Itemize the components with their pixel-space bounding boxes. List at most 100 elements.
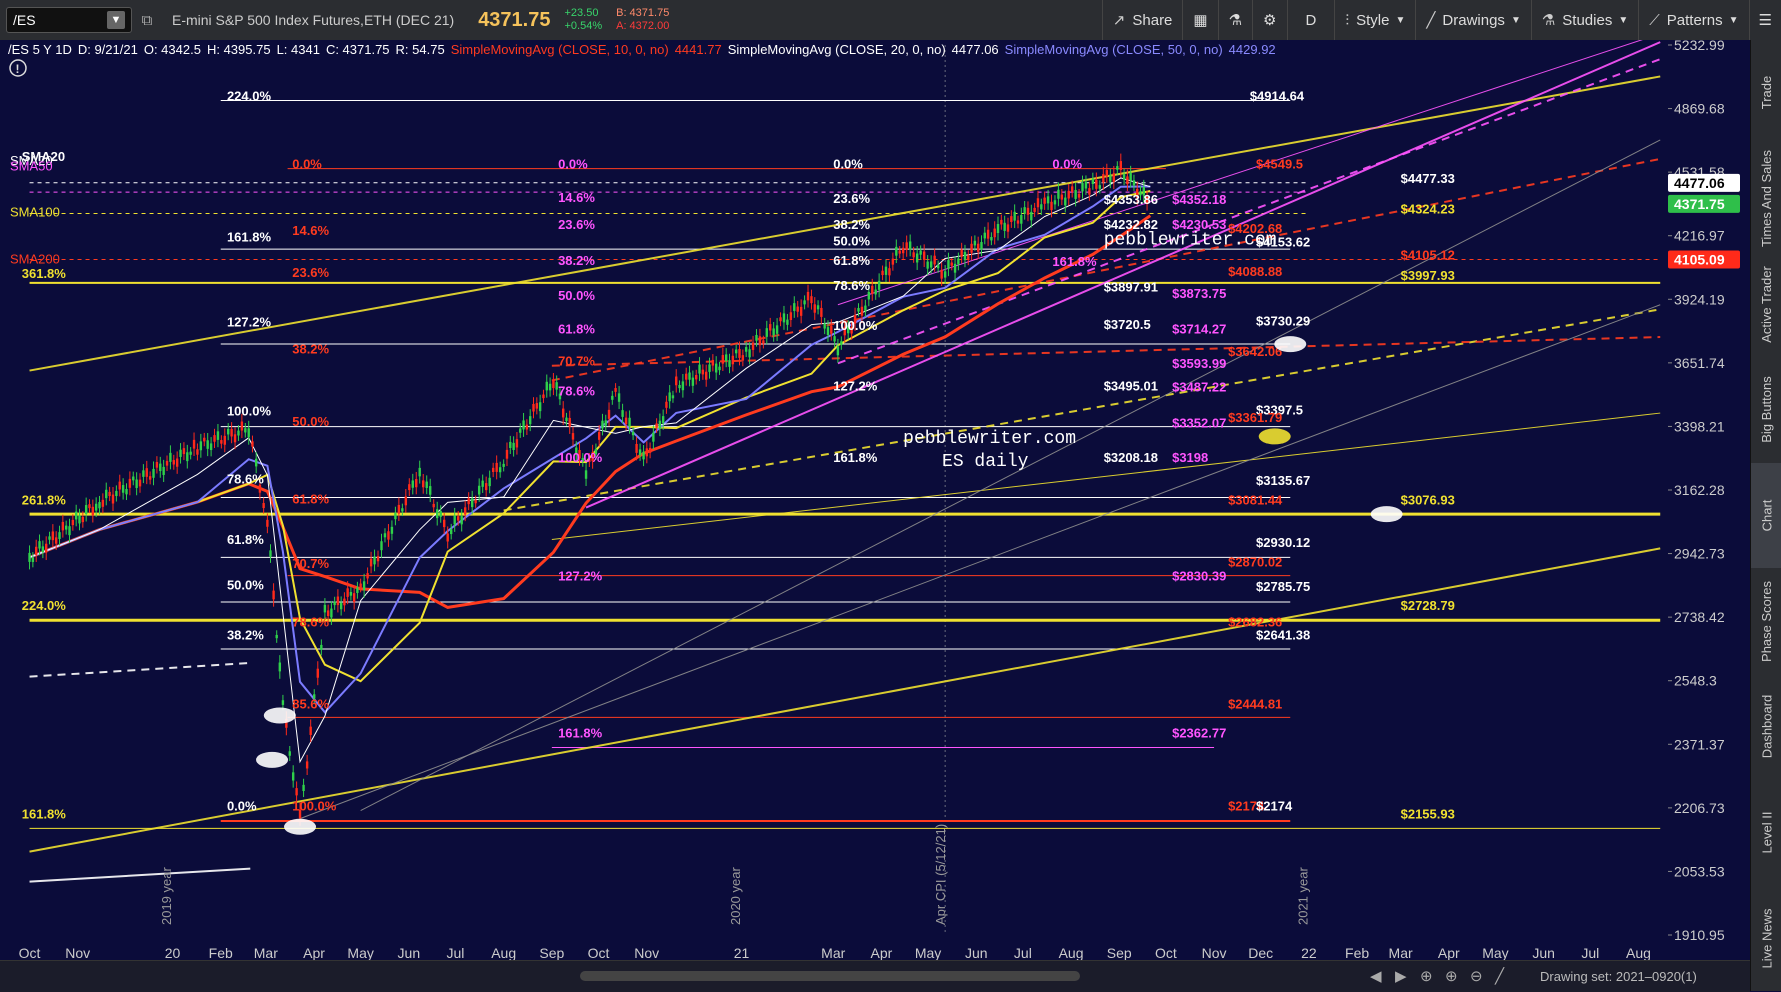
candle-body (993, 228, 996, 238)
candle-body (1026, 207, 1030, 215)
studies-flask-button[interactable]: ⚗ (1217, 0, 1252, 40)
style-button[interactable]: ⫶ Style ▼ (1334, 0, 1415, 40)
y-tick-label: 2371.37 (1674, 736, 1725, 752)
candle-body (179, 449, 182, 457)
candle-body (957, 258, 960, 265)
y-tick-label: 3924.19 (1674, 291, 1725, 307)
style-label: Style (1356, 11, 1390, 29)
y-tick-label: 5232.99 (1674, 40, 1725, 53)
candle-body (718, 366, 721, 371)
share-button[interactable]: ↗ Share (1101, 0, 1183, 40)
sidebar-tab-live-news[interactable]: Live News (1751, 885, 1781, 991)
candle-body (48, 536, 51, 540)
info-icon-glyph: ! (16, 62, 20, 76)
candle-body (933, 255, 936, 265)
candle-body (708, 364, 711, 372)
x-tick-label: Nov (634, 945, 659, 960)
x-tick-label: Jul (1014, 945, 1032, 960)
chart-canvas[interactable]: 5232.994869.684531.584216.973924.193651.… (0, 40, 1750, 960)
zoom-out-icon[interactable]: ⊖ (1470, 967, 1483, 985)
candle-body (960, 249, 963, 257)
drawing-tool-icon[interactable]: ╱ (1495, 967, 1504, 985)
studies-button[interactable]: ⚗ Studies ▼ (1530, 0, 1638, 40)
candle-body (947, 260, 950, 269)
sidebar-tab-phase-scores[interactable]: Phase Scores (1751, 568, 1781, 674)
candle-body (665, 401, 668, 408)
candle-body (624, 417, 628, 425)
candle-body (565, 417, 568, 422)
candle-body (182, 448, 186, 455)
candle-body (704, 371, 708, 380)
candle-body (278, 662, 282, 672)
candle-body (793, 303, 796, 311)
candle-body (898, 250, 901, 254)
candle-body (456, 516, 460, 521)
patterns-button[interactable]: ⟋ Patterns ▼ (1638, 0, 1748, 40)
candle-body (1129, 172, 1132, 181)
fib-level-label: 361.8% (22, 266, 67, 281)
x-tick-label: Nov (65, 945, 90, 960)
legend-sma10[interactable]: SimpleMovingAvg (CLOSE, 10, 0, no) (451, 42, 669, 57)
axis-price-label: 4105.09 (1674, 251, 1725, 267)
candle-body (973, 240, 977, 246)
candle-body (209, 443, 213, 451)
candle-body (373, 556, 376, 565)
candle-body (635, 443, 638, 453)
x-tick-label: May (1482, 945, 1508, 960)
period-button[interactable]: D (1286, 0, 1335, 40)
chart-menu-button[interactable]: ☰ (1748, 0, 1781, 40)
flexible-grid-button[interactable]: ▦ (1182, 0, 1217, 40)
price-chart[interactable]: 5232.99 4869.68 4531.58 4216.97 3924.19 3651.… (0, 40, 1750, 960)
fib-level-label: 127.2% (833, 378, 878, 393)
x-tick-label: Jul (1581, 945, 1599, 960)
drawing-set-label[interactable]: Drawing set: 2021–0920(1) (1540, 969, 1697, 984)
legend-sma20[interactable]: SimpleMovingAvg (CLOSE, 20, 0, no) (728, 42, 946, 57)
sidebar-tab-big-buttons[interactable]: Big Buttons (1751, 357, 1781, 463)
vertical-annotation: Apr CPI (5/12/21) (933, 824, 948, 925)
candle-body (502, 463, 505, 467)
marker-ellipse (1370, 506, 1403, 523)
fib-level-label: $3198 (1172, 450, 1208, 465)
sidebar-tab-chart[interactable]: Chart (1751, 462, 1781, 569)
sidebar-tab-level-ii[interactable]: Level II (1751, 780, 1781, 886)
fib-level-label: 61.8% (833, 253, 870, 268)
legend-sma50[interactable]: SimpleMovingAvg (CLOSE, 50, 0, no) (1005, 42, 1223, 57)
fib-level-label: 50.0% (227, 578, 264, 593)
sidebar-tab-times-and-sales[interactable]: Times And Sales (1751, 146, 1781, 252)
scroll-right-icon[interactable]: ▶ (1395, 967, 1407, 985)
scroll-left-icon[interactable]: ◀ (1370, 967, 1382, 985)
candle-body (691, 377, 695, 386)
watermark-label: ES daily (942, 452, 1029, 472)
candle-body (309, 726, 312, 735)
candle-body (230, 428, 233, 437)
candle-body (1119, 161, 1123, 170)
candle-body (1050, 201, 1053, 211)
link-icon[interactable]: ⧉ (136, 9, 158, 31)
candle-body (98, 502, 101, 509)
sidebar-tab-active-trader[interactable]: Active Trader (1751, 251, 1781, 357)
sidebar-tab-trade[interactable]: Trade (1751, 40, 1781, 146)
candle-body (251, 441, 254, 447)
symbol-input[interactable]: /ES ▼ (6, 7, 132, 33)
candle-body (1084, 181, 1088, 189)
candle-body (1043, 197, 1046, 204)
candle-body (775, 325, 779, 334)
sidebar-tab-dashboard[interactable]: Dashboard (1751, 674, 1781, 780)
candle-body (186, 452, 189, 462)
crosshair-icon[interactable]: ⊕ (1420, 967, 1433, 985)
candle-body (983, 232, 986, 239)
candle-body (138, 479, 142, 487)
candle-body (1000, 219, 1003, 225)
settings-button[interactable]: ⚙ (1252, 0, 1286, 40)
chevron-down-icon[interactable]: ▼ (107, 11, 125, 29)
fib-level-label: 61.8% (558, 322, 595, 337)
time-scrollbar[interactable] (580, 971, 1080, 981)
candle-body (425, 481, 428, 488)
drawings-button[interactable]: ╱ Drawings ▼ (1415, 0, 1530, 40)
candle-body (446, 533, 449, 542)
fib-level-label: 224.0% (227, 88, 272, 103)
zoom-in-icon[interactable]: ⊕ (1445, 967, 1458, 985)
x-tick-label: Oct (19, 945, 41, 960)
candle-body (1003, 222, 1006, 231)
legend-low: L: 4341 (276, 42, 320, 57)
